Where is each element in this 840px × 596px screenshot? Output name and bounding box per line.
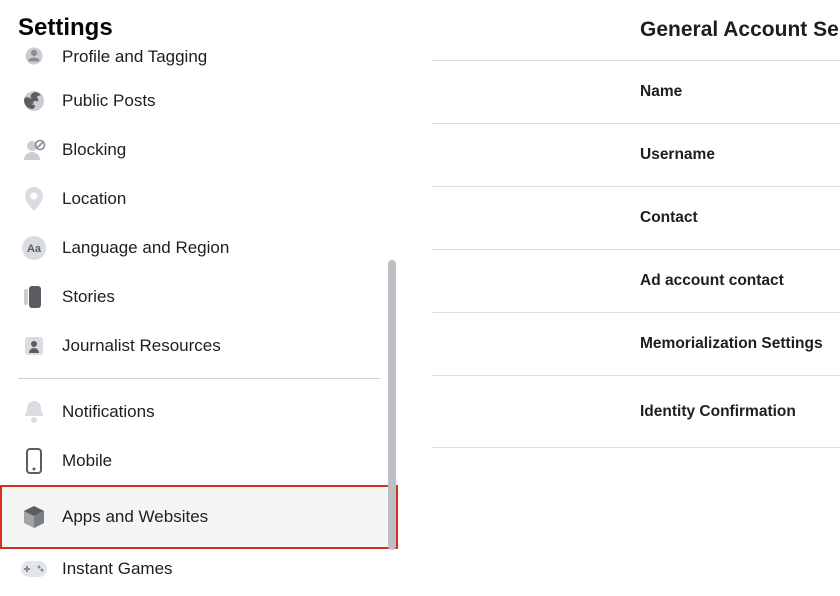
globe-icon — [20, 87, 48, 115]
pin-icon — [20, 185, 48, 213]
sidebar-item-label: Instant Games — [62, 559, 173, 579]
sidebar-item-public-posts[interactable]: Public Posts — [0, 76, 398, 125]
content-title: General Account Se — [432, 18, 840, 42]
sidebar-item-location[interactable]: Location — [0, 174, 398, 223]
person-block-icon — [20, 136, 48, 164]
setting-label: Username — [640, 146, 715, 164]
sidebar-item-label: Notifications — [62, 402, 155, 422]
sidebar-item-label: Apps and Websites — [62, 507, 208, 527]
setting-label: Memorialization Settings — [640, 335, 823, 353]
language-icon: Aa — [20, 234, 48, 262]
mobile-icon — [20, 447, 48, 475]
setting-label: Contact — [640, 209, 698, 227]
sidebar-item-profile-tagging[interactable]: Profile and Tagging — [0, 46, 398, 76]
content-title-row: General Account Se — [432, 18, 840, 61]
sidebar-item-label: Location — [62, 189, 126, 209]
sidebar-item-mobile[interactable]: Mobile — [0, 436, 398, 485]
sidebar-item-journalist-resources[interactable]: Journalist Resources — [0, 321, 398, 370]
sidebar-divider — [18, 378, 380, 379]
sidebar-item-notifications[interactable]: Notifications — [0, 387, 398, 436]
journalist-icon — [20, 332, 48, 360]
setting-row-ad-account-contact[interactable]: Ad account contact — [432, 250, 840, 313]
scrollbar-thumb[interactable] — [388, 260, 396, 550]
sidebar-item-label: Language and Region — [62, 238, 229, 258]
sidebar-item-label: Public Posts — [62, 91, 156, 111]
setting-label: Name — [640, 83, 682, 101]
sidebar-item-label: Blocking — [62, 140, 126, 160]
profile-tagging-icon — [20, 46, 48, 70]
content-panel: General Account Se Name Username Contact… — [432, 0, 840, 596]
setting-row-username[interactable]: Username — [432, 124, 840, 187]
cube-icon — [20, 503, 48, 531]
sidebar-item-blocking[interactable]: Blocking — [0, 125, 398, 174]
setting-row-memorialization[interactable]: Memorialization Settings — [432, 313, 840, 376]
setting-row-identity-confirmation[interactable]: Identity Confirmation — [432, 376, 840, 448]
gamepad-icon — [20, 555, 48, 583]
sidebar-menu: Profile and Tagging Public Posts — [0, 46, 398, 589]
sidebar-item-label: Journalist Resources — [62, 336, 221, 356]
sidebar-item-stories[interactable]: Stories — [0, 272, 398, 321]
stories-icon — [20, 283, 48, 311]
setting-row-contact[interactable]: Contact — [432, 187, 840, 250]
sidebar-item-instant-games[interactable]: Instant Games — [0, 549, 398, 589]
sidebar-item-language-region[interactable]: Aa Language and Region — [0, 223, 398, 272]
setting-label: Identity Confirmation — [640, 403, 796, 421]
sidebar-title: Settings — [0, 0, 398, 48]
sidebar-item-label: Mobile — [62, 451, 112, 471]
settings-sidebar: Settings Profile and Tagging — [0, 0, 398, 596]
sidebar-scrollbar[interactable] — [388, 260, 396, 590]
sidebar-item-apps-websites[interactable]: Apps and Websites — [0, 485, 398, 549]
sidebar-item-label: Stories — [62, 287, 115, 307]
setting-row-name[interactable]: Name — [432, 61, 840, 124]
setting-label: Ad account contact — [640, 272, 784, 290]
sidebar-item-label: Profile and Tagging — [62, 47, 207, 67]
bell-icon — [20, 398, 48, 426]
svg-text:Aa: Aa — [27, 243, 42, 255]
